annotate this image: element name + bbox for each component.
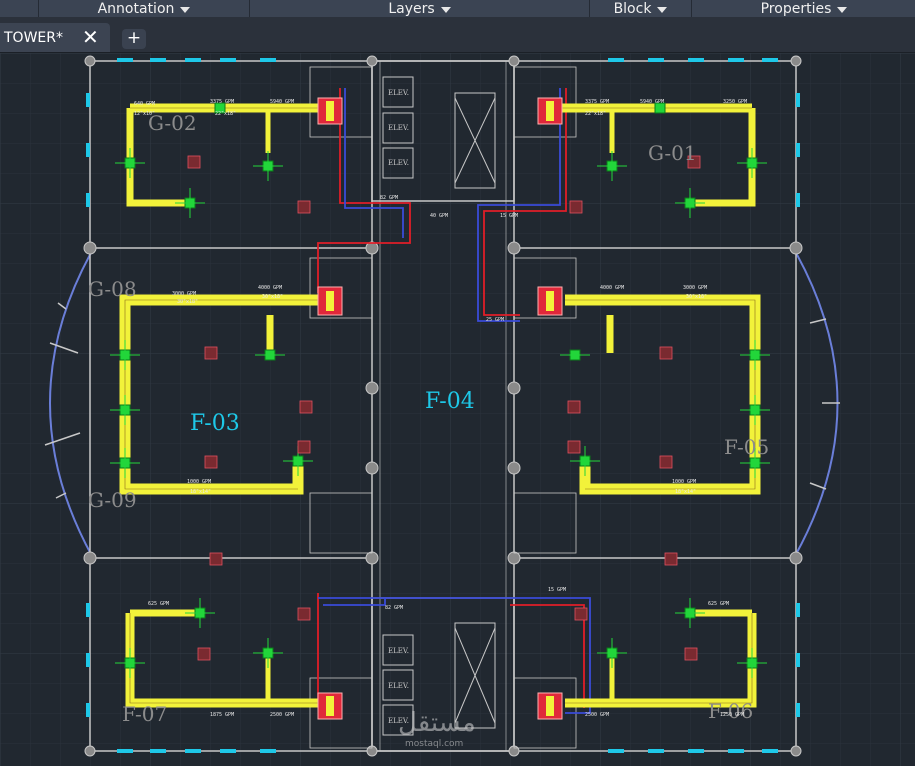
elevator-label: ELEV. <box>388 647 409 655</box>
duct-label: 18"x14" <box>675 489 696 495</box>
duct-label: 3375 GPM <box>585 99 609 105</box>
duct-label: 2500 GPM <box>270 712 294 718</box>
elevator-label: ELEV. <box>388 124 409 132</box>
duct-label: 1000 GPM <box>672 479 696 485</box>
elevator-label: ELEV. <box>388 89 409 97</box>
dropdown-arrow-icon <box>837 6 848 13</box>
close-icon[interactable]: ✕ <box>82 26 99 48</box>
layers-panel-button[interactable]: Layers <box>249 0 589 17</box>
annotation-panel-label: Annotation <box>97 0 175 17</box>
duct-label: 1875 GPM <box>210 712 234 718</box>
duct-label: 12"x10" <box>134 111 155 117</box>
pipe-label: 15 GPM <box>500 213 518 219</box>
block-panel-button[interactable]: Block <box>589 0 691 17</box>
zone-label-f07: F-07 <box>122 702 167 726</box>
duct-label: 640 GPM <box>134 101 155 107</box>
watermark-subtext: mostaql.com <box>405 739 463 749</box>
zone-label-f05: F-05 <box>724 435 769 459</box>
file-tab-label: TOWER* <box>4 29 63 46</box>
ribbon-panel-bar: Annotation Layers Block Properties <box>0 0 915 17</box>
elevator-label: ELEV. <box>388 159 409 167</box>
duct-label: 1000 GPM <box>187 479 211 485</box>
duct-label: 22"x18" <box>585 111 606 117</box>
duct-label: 30"x18" <box>686 294 707 300</box>
duct-label: 3250 GPM <box>723 99 747 105</box>
block-panel-label: Block <box>613 0 652 17</box>
duct-label: 22"x18" <box>215 111 236 117</box>
duct-label: 4000 GPM <box>600 285 624 291</box>
duct-label: 3375 GPM <box>210 99 234 105</box>
new-tab-button[interactable]: + <box>122 29 146 49</box>
file-tab-bar: TOWER* ✕ + <box>0 17 915 53</box>
duct-label: 30"x18" <box>177 299 198 305</box>
zone-label-f03: F-03 <box>190 411 240 436</box>
zone-label-g08: G-08 <box>88 277 137 301</box>
duct-label: 18"x14" <box>190 489 211 495</box>
elevator-label: ELEV. <box>388 682 409 690</box>
drawing-canvas[interactable]: ELEV. ELEV. ELEV. ELEV. ELEV. ELEV. G-02… <box>0 53 915 766</box>
duct-label: 3000 GPM <box>683 285 707 291</box>
zone-label-f06: F-06 <box>708 699 753 723</box>
duct-label: 1250 GPM <box>720 712 744 718</box>
annotation-panel-button[interactable]: Annotation <box>38 0 249 17</box>
duct-label: 625 GPM <box>708 601 729 607</box>
duct-label: 3000 GPM <box>172 291 196 297</box>
duct-label: 5940 GPM <box>640 99 664 105</box>
pipe-label: 15 GPM <box>548 587 566 593</box>
pipe-label: 25 GPM <box>486 317 504 323</box>
file-tab-tower[interactable]: TOWER* ✕ <box>0 23 110 52</box>
pipe-label: 82 GPM <box>380 195 398 201</box>
zone-label-g09: G-09 <box>88 488 137 512</box>
dropdown-arrow-icon <box>180 6 191 13</box>
duct-label: 5940 GPM <box>270 99 294 105</box>
pipe-label: 40 GPM <box>430 213 448 219</box>
duct-label: 30"x18" <box>262 294 283 300</box>
watermark-text: مستقل <box>398 708 476 738</box>
duct-label: 2500 GPM <box>585 712 609 718</box>
zone-label-g01: G-01 <box>648 141 697 165</box>
zone-label-f04: F-04 <box>425 389 475 414</box>
properties-panel-label: Properties <box>760 0 832 17</box>
dropdown-arrow-icon <box>440 6 451 13</box>
pipe-label: 82 GPM <box>385 605 403 611</box>
zone-label-g02: G-02 <box>148 111 197 135</box>
properties-panel-button[interactable]: Properties <box>691 0 915 17</box>
dropdown-arrow-icon <box>657 6 668 13</box>
layers-panel-label: Layers <box>388 0 435 17</box>
duct-label: 625 GPM <box>148 601 169 607</box>
duct-label: 4000 GPM <box>258 285 282 291</box>
